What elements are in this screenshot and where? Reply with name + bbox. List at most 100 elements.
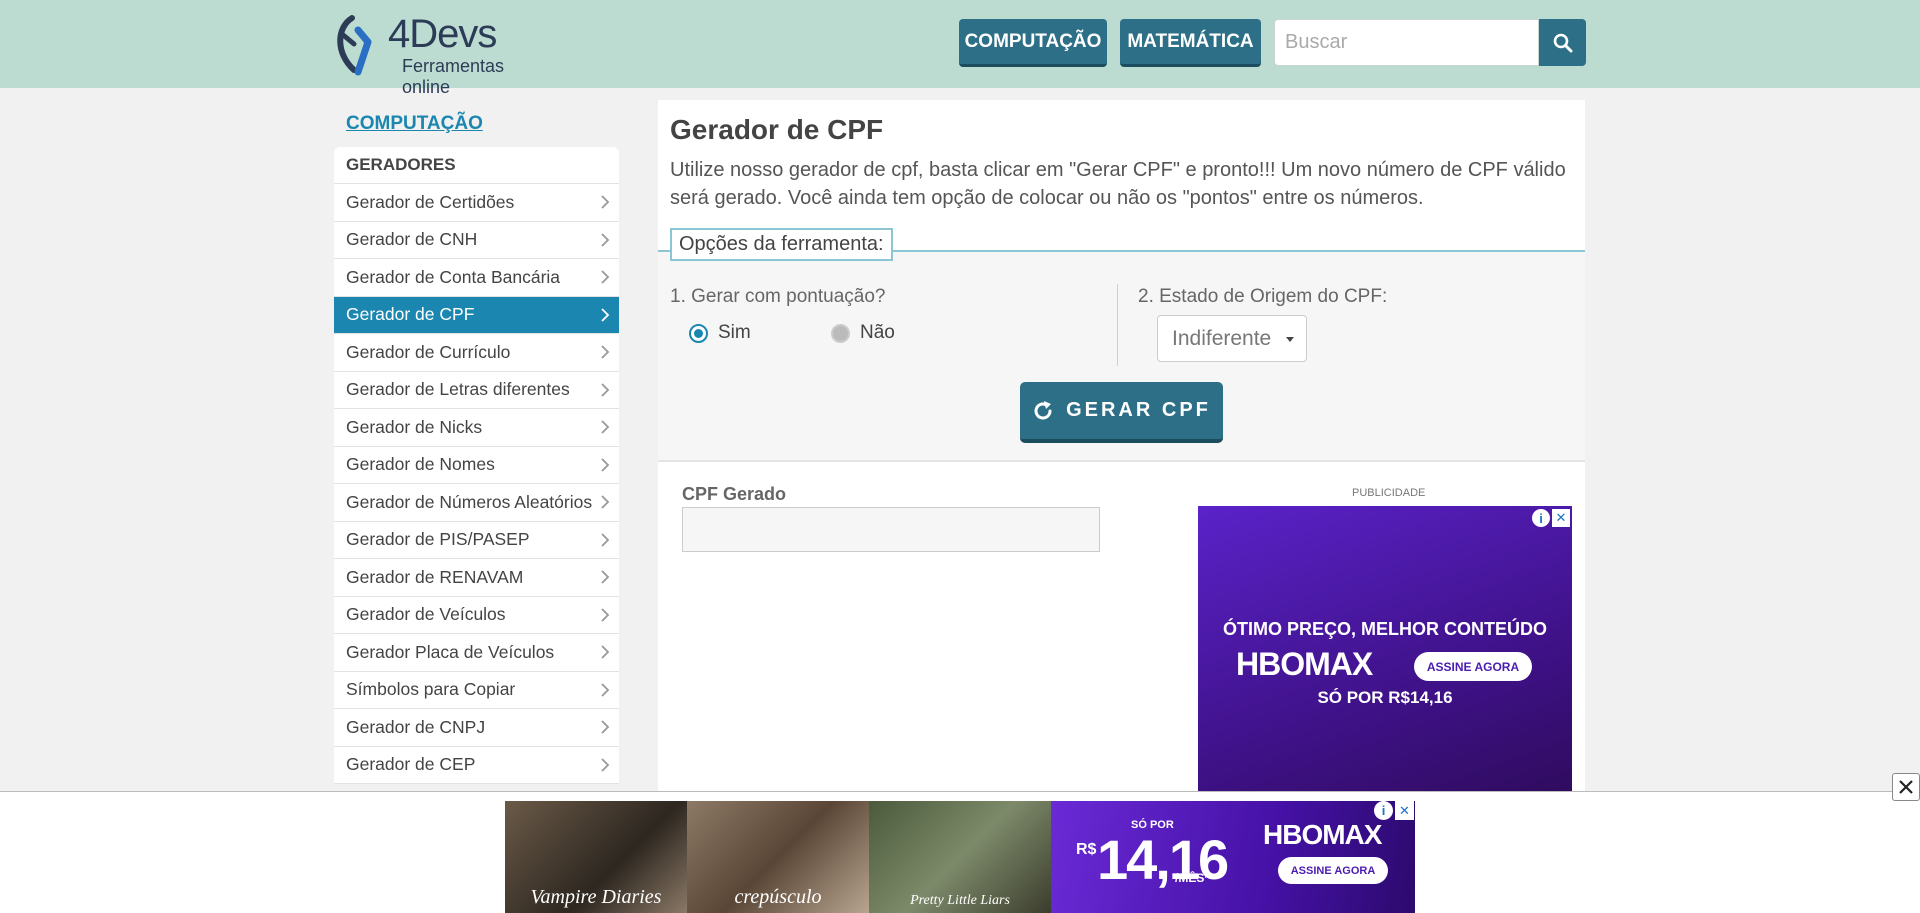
ad-brand-logo: HBOMAX (1236, 646, 1373, 682)
banner-title-2: crepúsculo (734, 886, 822, 908)
sidebar-section-heading: GERADORES (334, 147, 619, 184)
sidebar-item-label: Gerador de Currículo (346, 341, 511, 362)
sidebar-item-label: Gerador de CPF (346, 304, 475, 325)
bottom-ad-close-icon[interactable] (1892, 773, 1920, 801)
sidebar-item[interactable]: Gerador de CPF (334, 296, 619, 334)
ad-headline: ÓTIMO PREÇO, MELHOR CONTEÚDO (1223, 619, 1547, 639)
site-header: 4Devs Ferramentas online COMPUTAÇÃO MATE… (0, 0, 1920, 97)
cpf-result-field[interactable] (682, 507, 1100, 552)
banner-title-1: Vampire Diaries (530, 886, 662, 908)
sidebar-item[interactable]: Gerador de Números Aleatórios (334, 484, 619, 522)
chevron-right-icon (601, 570, 610, 584)
nav-matematica-button[interactable]: MATEMÁTICA (1120, 19, 1261, 67)
refresh-icon (1034, 400, 1052, 419)
radio-yes-label: Sim (718, 322, 751, 343)
sidebar-item[interactable]: Gerador de CNH (334, 222, 619, 259)
ad-label: PUBLICIDADE (1352, 487, 1426, 499)
banner-image-pretty-little-liars: Pretty Little Liars (869, 801, 1051, 913)
banner-info-icon[interactable]: i (1374, 801, 1393, 820)
sidebar-menu: GERADORES Gerador de Certidões Gerador de… (334, 147, 619, 784)
sidebar-item-label: Gerador de CEP (346, 754, 476, 775)
chevron-right-icon (601, 233, 610, 247)
sidebar-item[interactable]: Gerador de PIS/PASEP (334, 522, 619, 559)
sidebar-item[interactable]: Gerador de CEP (334, 747, 619, 784)
banner-cta-button[interactable]: ASSINE AGORA (1278, 857, 1388, 884)
page-title: Gerador de CPF (670, 114, 884, 145)
sidebar-item[interactable]: Gerador de Veículos (334, 597, 619, 634)
sidebar-item-label: Gerador de Nomes (346, 454, 495, 475)
search-input[interactable] (1274, 19, 1539, 66)
punctuation-yes-radio[interactable]: Sim (689, 322, 751, 344)
sidebar-item[interactable]: Símbolos para Copiar (334, 672, 619, 709)
generate-button-label: GERAR CPF (1066, 399, 1211, 421)
nav-computacao-button[interactable]: COMPUTAÇÃO (959, 19, 1107, 67)
logo-subtitle: Ferramentas online (402, 56, 505, 97)
logo-title: 4Devs (388, 12, 497, 56)
sidebar-item-label: Gerador de Nicks (346, 416, 483, 437)
chevron-right-icon (601, 533, 610, 547)
sidebar-item[interactable]: Gerador de CNPJ (334, 709, 619, 747)
banner-currency: R$ (1076, 841, 1097, 858)
sidebar-item[interactable]: Gerador de RENAVAM (334, 559, 619, 597)
banner-brand-logo: HBOMAX (1263, 819, 1382, 850)
caret-down-icon (1286, 337, 1294, 342)
sidebar-item[interactable]: Gerador de Conta Bancária (334, 259, 619, 297)
bottom-banner-ad[interactable]: Vampire Diaries crepúsculo Pretty Little… (505, 801, 1415, 913)
chevron-right-icon (601, 683, 610, 697)
banner-title-3: Pretty Little Liars (910, 893, 1010, 908)
sidebar-item[interactable]: Gerador de Nicks (334, 409, 619, 447)
state-select-value: Indiferente (1172, 326, 1272, 350)
banner-close-icon[interactable]: ✕ (1395, 801, 1414, 820)
punctuation-no-radio[interactable]: Não (831, 322, 895, 344)
sidebar-item[interactable]: Gerador de Certidões (334, 184, 619, 222)
state-select[interactable]: Indiferente (1157, 315, 1307, 362)
banner-hbomax-offer: SÓ POR R$ 14,16 /MÊS* HBOMAX ASSINE AGOR… (1051, 801, 1415, 913)
banner-image-vampire-diaries: Vampire Diaries (505, 801, 687, 913)
result-label: CPF Gerado (682, 484, 787, 504)
sidebar-item-label: Gerador de Conta Bancária (346, 266, 561, 287)
chevron-right-icon (601, 270, 610, 284)
sidebar-category-link[interactable]: COMPUTAÇÃO (346, 113, 483, 135)
chevron-right-icon (601, 495, 610, 509)
sidebar-item-label: Gerador de Números Aleatórios (346, 491, 593, 512)
chevron-right-icon (601, 195, 610, 209)
sidebar-item-label: Gerador de CNH (346, 229, 478, 250)
chevron-right-icon (601, 758, 610, 772)
chevron-right-icon (601, 458, 610, 472)
options-legend: Opções da ferramenta: (670, 228, 893, 261)
options-divider (1117, 284, 1118, 366)
chevron-right-icon (601, 308, 610, 322)
search-button[interactable] (1539, 19, 1586, 66)
generate-cpf-button[interactable]: GERAR CPF (1020, 382, 1223, 443)
ad-cta-button[interactable]: ASSINE AGORA (1414, 652, 1532, 681)
ad-info-icon[interactable]: i (1532, 509, 1550, 527)
sidebar-item-label: Gerador Placa de Veículos (346, 641, 555, 662)
chevron-right-icon (601, 420, 610, 434)
radio-selected-indicator (689, 323, 708, 343)
chevron-right-icon (601, 383, 610, 397)
radio-unselected-indicator (831, 323, 850, 343)
sidebar-item-label: Gerador de Veículos (346, 604, 506, 625)
state-option-label: 2. Estado de Origem do CPF: (1138, 286, 1388, 307)
site-logo[interactable]: 4Devs Ferramentas online (332, 12, 547, 97)
banner-image-crepusculo: crepúsculo (687, 801, 869, 913)
chevron-right-icon (601, 608, 610, 622)
banner-per-month: /MÊS* (1175, 871, 1210, 885)
search-icon (1553, 33, 1572, 52)
sidebar-item-label: Gerador de Certidões (346, 191, 515, 212)
sidebar-item[interactable]: Gerador Placa de Veículos (334, 634, 619, 672)
punctuation-option-label: 1. Gerar com pontuação? (670, 286, 886, 307)
chevron-right-icon (601, 645, 610, 659)
page-description: Utilize nosso gerador de cpf, basta clic… (670, 159, 1566, 209)
sidebar-item-label: Gerador de PIS/PASEP (346, 529, 530, 550)
sidebar-item[interactable]: Gerador de Currículo (334, 334, 619, 372)
sidebar-item-label: Gerador de RENAVAM (346, 566, 524, 587)
sidebar-item-label: Símbolos para Copiar (346, 679, 516, 700)
sidebar-item-label: Gerador de Letras diferentes (346, 379, 570, 400)
sidebar-item[interactable]: Gerador de Nomes (334, 447, 619, 484)
sidebar-item-label: Gerador de CNPJ (346, 716, 486, 737)
ad-close-icon[interactable]: ✕ (1552, 509, 1570, 527)
ad-price: SÓ POR R$14,16 (1317, 688, 1453, 707)
sidebar-item[interactable]: Gerador de Letras diferentes (334, 372, 619, 409)
chevron-right-icon (601, 720, 610, 734)
